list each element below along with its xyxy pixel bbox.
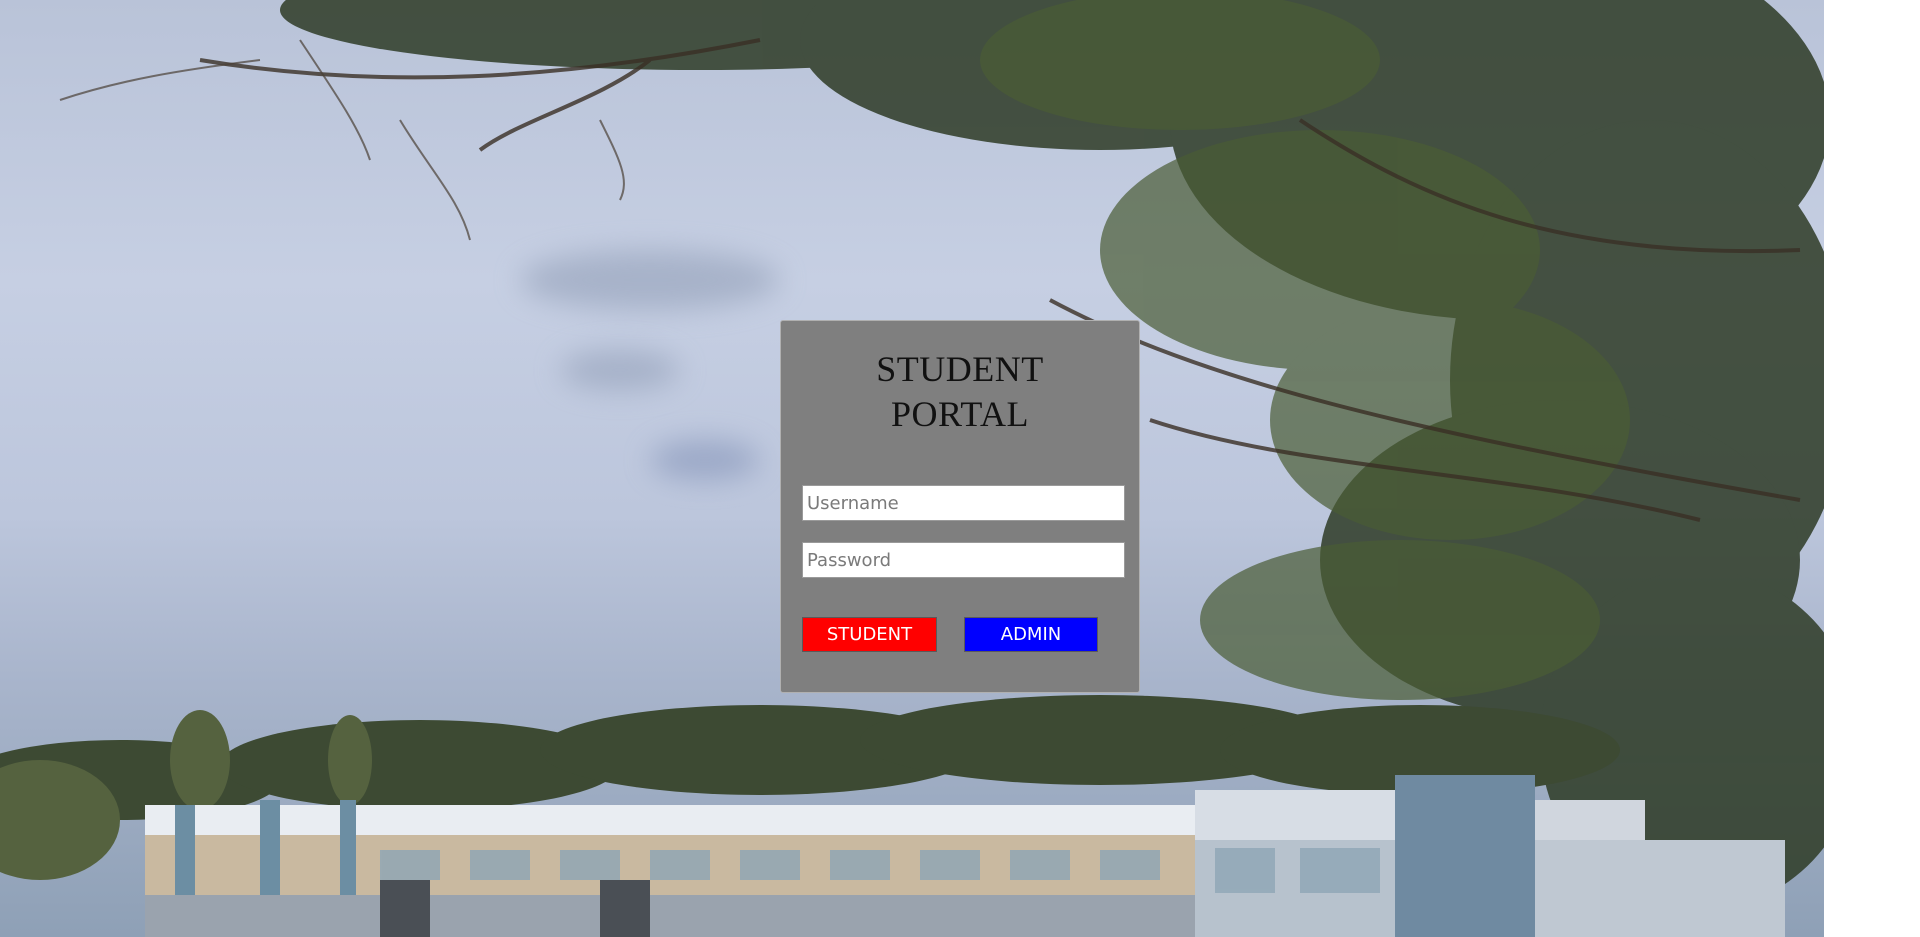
username-input[interactable]	[802, 485, 1125, 521]
password-input[interactable]	[802, 542, 1125, 578]
portal-title-line2: PORTAL	[891, 394, 1029, 434]
student-login-button[interactable]: STUDENT	[802, 617, 937, 652]
portal-title-line1: STUDENT	[876, 349, 1044, 389]
admin-login-button[interactable]: ADMIN	[964, 617, 1098, 652]
portal-title: STUDENT PORTAL	[781, 347, 1139, 437]
login-panel: STUDENT PORTAL STUDENT ADMIN	[780, 320, 1140, 693]
